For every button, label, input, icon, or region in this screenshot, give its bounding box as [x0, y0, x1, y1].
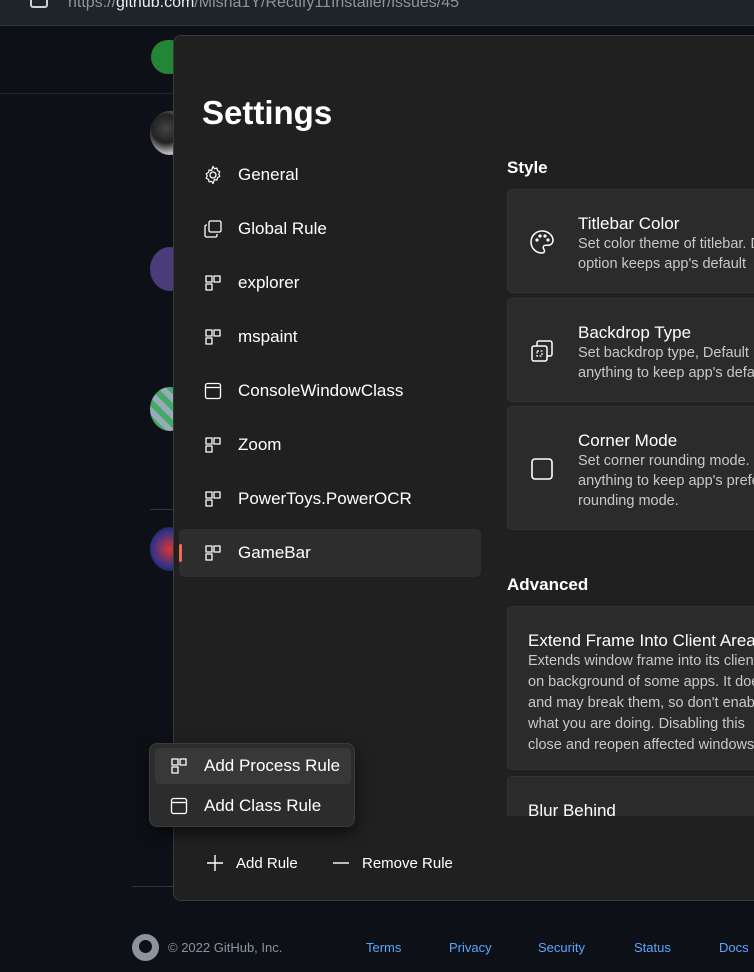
github-footer: © 2022 GitHub, Inc. Terms Privacy Securi…	[132, 932, 754, 962]
gear-icon	[203, 165, 223, 185]
browser-address-bar[interactable]: https://github.com/Misha1Y/Rectify11Inst…	[0, 0, 754, 26]
titlebar-color-card[interactable]: Titlebar Color Set color theme of titleb…	[507, 189, 754, 293]
nav-item-label: ConsoleWindowClass	[238, 381, 404, 400]
card-title: Extend Frame Into Client Area	[528, 631, 754, 650]
footer-link-status[interactable]: Status	[634, 940, 671, 955]
remove-rule-label: Remove Rule	[362, 854, 453, 872]
footer-link-terms[interactable]: Terms	[366, 940, 401, 955]
process-rule-icon	[203, 273, 223, 293]
palette-icon	[528, 228, 556, 256]
footer-link-docs[interactable]: Docs	[719, 940, 749, 955]
add-rule-flyout-menu: Add Process Rule Add Class Rule	[149, 743, 355, 827]
settings-nav: General Global Rule explorer mspaint Con…	[179, 151, 481, 583]
process-rule-icon	[203, 327, 223, 347]
blur-behind-card[interactable]: Blur Behind	[507, 776, 754, 816]
nav-item-label: GameBar	[238, 543, 311, 562]
nav-item-label: Global Rule	[238, 219, 327, 238]
backdrop-type-card[interactable]: Backdrop Type Set backdrop type, Default…	[507, 298, 754, 402]
nav-item-mspaint[interactable]: mspaint	[179, 313, 481, 361]
card-title: Corner Mode	[578, 431, 678, 450]
nav-item-powertoys-powerocr[interactable]: PowerToys.PowerOCR	[179, 475, 481, 523]
card-description: Set corner rounding mode. Default	[578, 453, 754, 469]
footer-link-security[interactable]: Security	[538, 940, 585, 955]
card-description: what you are doing. Disabling this	[528, 716, 745, 732]
nav-item-explorer[interactable]: explorer	[179, 259, 481, 307]
minus-icon	[332, 854, 350, 872]
class-rule-icon	[203, 381, 223, 401]
add-rule-button[interactable]: Add Rule	[206, 848, 298, 878]
menu-item-label: Add Class Rule	[204, 796, 322, 815]
card-description: on background of some apps. It does	[528, 674, 754, 690]
nav-item-label: Zoom	[238, 435, 282, 454]
menu-item-add-process-rule[interactable]: Add Process Rule	[155, 748, 351, 784]
card-description: anything to keep app's default	[578, 365, 754, 381]
page-title: Settings	[202, 94, 333, 131]
nav-item-label: explorer	[238, 273, 300, 292]
class-rule-icon	[169, 796, 189, 816]
square-icon	[528, 455, 556, 483]
menu-item-label: Add Process Rule	[204, 756, 341, 775]
nav-item-label: General	[238, 165, 299, 184]
footer-link-privacy[interactable]: Privacy	[449, 940, 492, 955]
plus-icon	[206, 854, 224, 872]
github-logo-icon[interactable]	[132, 934, 159, 961]
nav-item-label: mspaint	[238, 327, 298, 346]
card-title: Titlebar Color	[578, 214, 680, 233]
nav-item-zoom[interactable]: Zoom	[179, 421, 481, 469]
footer-copyright: © 2022 GitHub, Inc.	[168, 940, 283, 955]
site-info-icon[interactable]	[30, 0, 48, 8]
scroll-viewport-clip: Blur Behind	[507, 776, 754, 816]
url-text[interactable]: https://github.com/Misha1Y/Rectify11Inst…	[68, 0, 459, 12]
card-description: rounding mode.	[578, 493, 679, 509]
copy-windows-icon	[203, 219, 223, 239]
process-rule-icon	[203, 435, 223, 455]
card-title: Blur Behind	[528, 801, 616, 816]
section-title-advanced: Advanced	[507, 575, 589, 594]
process-rule-icon	[203, 489, 223, 509]
card-description: Set backdrop type, Default	[578, 345, 749, 361]
section-title-style: Style	[507, 158, 548, 177]
nav-item-consolewindowclass[interactable]: ConsoleWindowClass	[179, 367, 481, 415]
menu-item-add-class-rule[interactable]: Add Class Rule	[155, 788, 351, 824]
nav-item-label: PowerToys.PowerOCR	[238, 489, 412, 508]
nav-item-general[interactable]: General	[179, 151, 481, 199]
corner-mode-card[interactable]: Corner Mode Set corner rounding mode. De…	[507, 406, 754, 530]
nav-item-gamebar[interactable]: GameBar	[179, 529, 481, 577]
nav-item-global-rule[interactable]: Global Rule	[179, 205, 481, 253]
process-rule-icon	[203, 543, 223, 563]
card-description: and may break them, so don't enable	[528, 695, 754, 711]
process-rule-icon	[169, 756, 189, 776]
extend-frame-card[interactable]: Extend Frame Into Client Area Extends wi…	[507, 606, 754, 770]
card-description: Extends window frame into its client are…	[528, 653, 754, 669]
card-description: anything to keep app's preferred	[578, 473, 754, 489]
selection-indicator	[179, 544, 182, 562]
remove-rule-button[interactable]: Remove Rule	[332, 848, 453, 878]
card-description: Set color theme of titlebar. Default	[578, 236, 754, 252]
card-title: Backdrop Type	[578, 323, 692, 342]
card-description: close and reopen affected windows	[528, 737, 754, 753]
add-rule-label: Add Rule	[236, 854, 298, 872]
backdrop-icon	[528, 337, 556, 365]
card-description: option keeps app's default	[578, 256, 747, 272]
